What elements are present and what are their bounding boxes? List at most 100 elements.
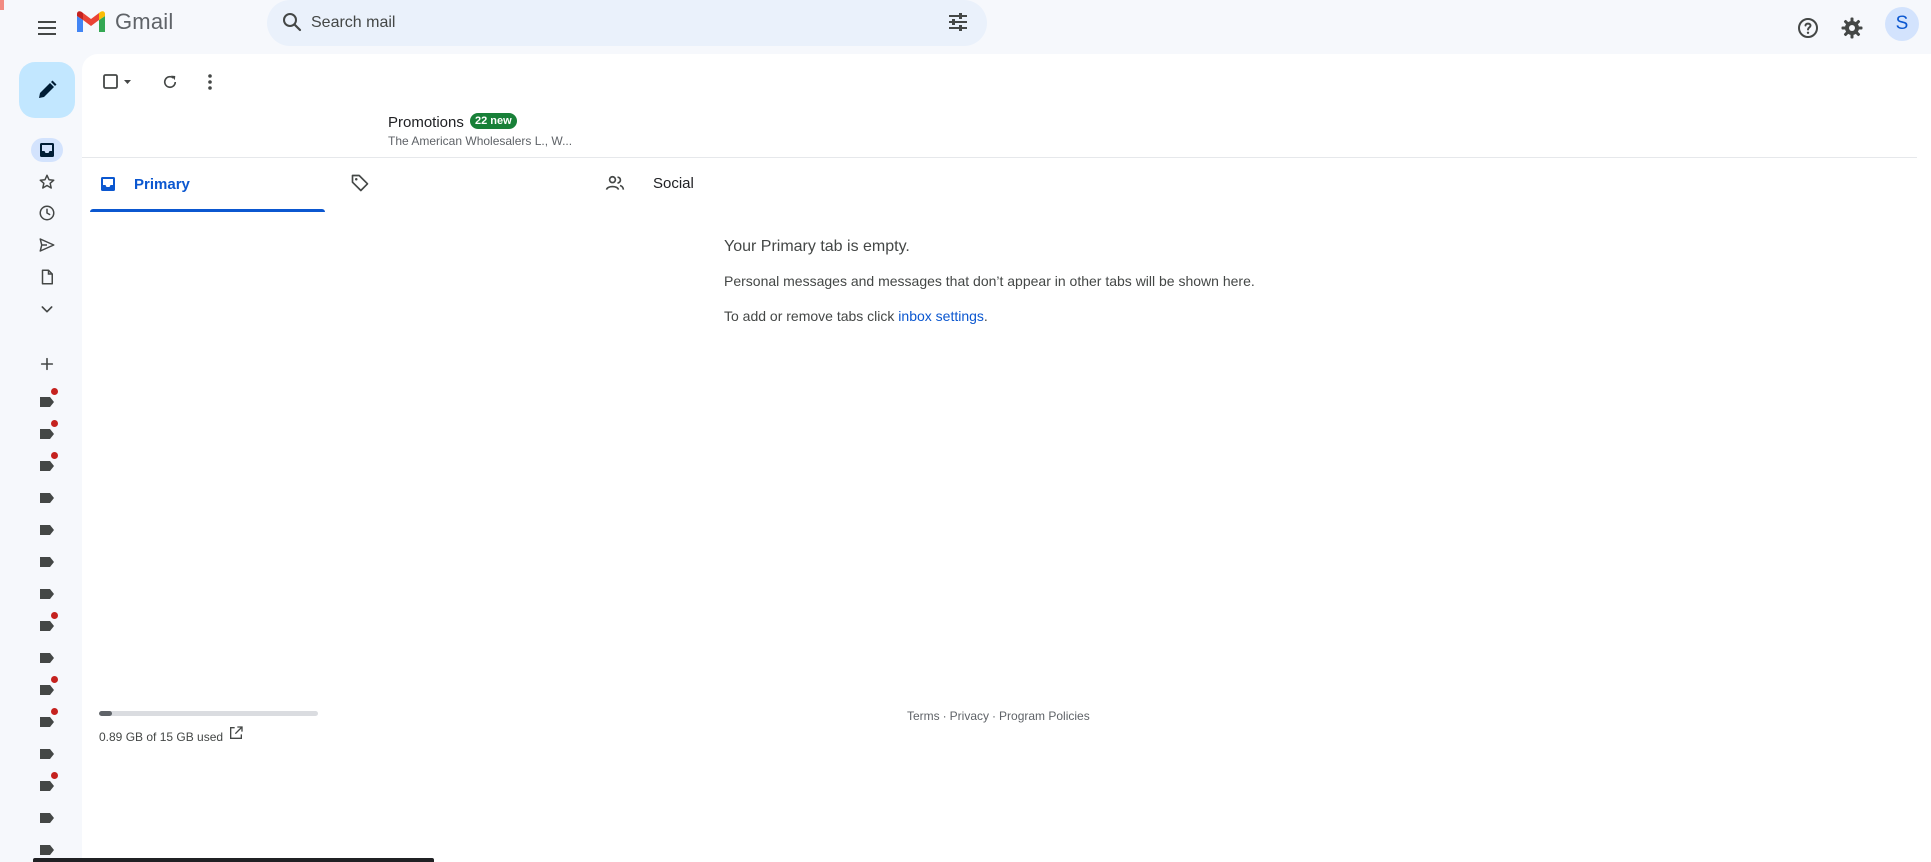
empty-state-title: Your Primary tab is empty.: [724, 238, 910, 255]
compose-button[interactable]: [19, 62, 75, 118]
help-icon: [1798, 18, 1818, 38]
label-item[interactable]: [31, 420, 63, 446]
inbox-settings-link[interactable]: inbox settings: [898, 308, 984, 324]
label-icon: [40, 621, 54, 631]
bottom-overlay-bar: [33, 858, 434, 862]
search-options-icon[interactable]: [946, 10, 970, 34]
label-icon: [40, 813, 54, 823]
nav-snoozed[interactable]: [31, 201, 63, 225]
tag-icon: [351, 174, 369, 192]
label-icon: [40, 525, 54, 535]
terms-link[interactable]: Terms: [907, 709, 940, 723]
tab-primary[interactable]: Primary: [90, 108, 325, 212]
account-avatar[interactable]: S: [1885, 7, 1919, 41]
draft-icon: [41, 269, 53, 285]
program-policies-link[interactable]: Program Policies: [999, 709, 1090, 723]
unread-dot: [51, 388, 58, 395]
footer-separator: ·: [992, 709, 997, 723]
label-item[interactable]: [31, 742, 63, 766]
label-item[interactable]: [31, 772, 63, 798]
unread-dot: [51, 676, 58, 683]
label-item[interactable]: [31, 550, 63, 574]
search-icon[interactable]: [280, 10, 304, 34]
gmail-m-icon: [77, 11, 105, 32]
label-item[interactable]: [31, 582, 63, 606]
nav-sent[interactable]: [31, 233, 63, 257]
label-icon: [40, 653, 54, 663]
tab-social-label: Social: [653, 175, 694, 192]
inbox-icon: [40, 143, 54, 157]
nav-more[interactable]: [31, 297, 63, 321]
inbox-icon: [101, 177, 115, 191]
label-icon: [40, 397, 54, 407]
label-item[interactable]: [31, 676, 63, 702]
empty-state-tip: To add or remove tabs click inbox settin…: [724, 308, 988, 324]
plus-icon: [40, 357, 54, 371]
label-icon: [40, 845, 54, 855]
label-item[interactable]: [31, 708, 63, 734]
tab-primary-label: Primary: [134, 176, 190, 193]
label-item[interactable]: [31, 612, 63, 638]
unread-dot: [51, 772, 58, 779]
people-icon: [605, 175, 625, 190]
label-item[interactable]: [31, 806, 63, 830]
label-icon: [40, 589, 54, 599]
storage-bar: [99, 711, 318, 716]
tab-social[interactable]: Social: [595, 108, 815, 212]
manage-storage-link[interactable]: [228, 725, 244, 741]
support-button[interactable]: [1788, 8, 1828, 48]
star-icon: [39, 174, 55, 189]
send-icon: [39, 238, 55, 252]
footer-separator: ·: [942, 709, 947, 723]
avatar-letter: S: [1895, 13, 1909, 34]
label-item[interactable]: [31, 388, 63, 414]
open-in-new-icon: [230, 726, 243, 739]
refresh-button[interactable]: [154, 66, 186, 98]
unread-dot: [51, 452, 58, 459]
storage-bar-fill: [99, 711, 112, 716]
corner-marker: [0, 0, 4, 10]
active-tab-indicator: [90, 209, 325, 212]
chevron-down-icon: [41, 306, 53, 313]
label-icon: [40, 493, 54, 503]
storage-usage-text: 0.89 GB of 15 GB used: [99, 730, 224, 744]
checkbox-dropdown-icon: [103, 74, 131, 89]
unread-dot: [51, 420, 58, 427]
footer-links: Terms · Privacy · Program Policies: [907, 709, 1090, 723]
label-icon: [40, 749, 54, 759]
settings-button[interactable]: [1832, 8, 1872, 48]
gear-icon: [1841, 17, 1863, 39]
empty-state-tip-prefix: To add or remove tabs click: [724, 308, 899, 324]
more-vert-icon: [208, 74, 212, 90]
empty-state-tip-suffix: .: [983, 308, 988, 324]
privacy-link[interactable]: Privacy: [950, 709, 989, 723]
create-label-button[interactable]: [31, 352, 63, 376]
more-options-button[interactable]: [194, 66, 226, 98]
search-input[interactable]: [309, 10, 913, 36]
label-icon: [40, 429, 54, 439]
hamburger-icon: [38, 21, 56, 35]
nav-starred[interactable]: [31, 170, 63, 194]
promotions-new-badge: 22 new: [470, 113, 517, 129]
label-icon: [40, 781, 54, 791]
search-bar[interactable]: [267, 0, 987, 46]
label-item[interactable]: [31, 518, 63, 542]
app-name: Gmail: [115, 9, 174, 34]
unread-dot: [51, 708, 58, 715]
label-item[interactable]: [31, 452, 63, 478]
nav-drafts[interactable]: [31, 265, 63, 289]
label-icon: [40, 461, 54, 471]
clock-icon: [39, 205, 55, 221]
promotions-senders: The American Wholesalers L., W...: [388, 134, 573, 148]
tab-promotions-label: Promotions: [388, 114, 464, 131]
gmail-logo[interactable]: Gmail: [75, 9, 173, 35]
select-checkbox[interactable]: [98, 66, 138, 98]
main-panel: Primary Promotions 22 new The American W…: [82, 54, 1931, 862]
label-icon: [40, 717, 54, 727]
label-item[interactable]: [31, 646, 63, 670]
main-menu-button[interactable]: [29, 10, 65, 46]
nav-inbox[interactable]: [31, 138, 63, 162]
tabs-divider: [82, 157, 1917, 158]
label-item[interactable]: [31, 486, 63, 510]
label-icon: [40, 557, 54, 567]
